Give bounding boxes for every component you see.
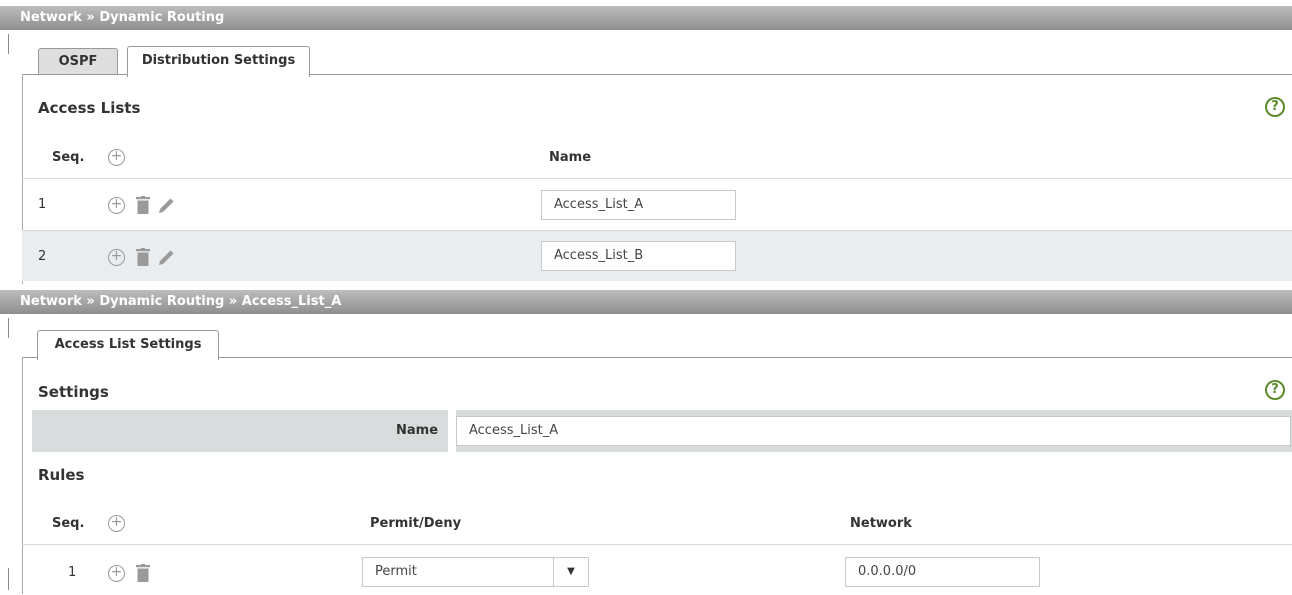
tab-baseline xyxy=(310,74,1292,75)
rule-seq: 1 xyxy=(68,565,77,580)
section-title-access-lists: Access Lists xyxy=(38,99,141,117)
name-setting-row: Name Access_List_A xyxy=(32,410,1292,452)
table-row: 2 + Access_List_B xyxy=(22,230,1292,281)
help-icon[interactable]: ? xyxy=(1265,380,1285,400)
tab-baseline xyxy=(22,357,37,358)
row-seq: 2 xyxy=(38,249,47,264)
divider xyxy=(8,318,9,338)
rule-row: 1 + Permit ▼ 0.0.0.0/0 xyxy=(22,544,1292,595)
divider xyxy=(8,568,9,590)
column-header-permit-deny: Permit/Deny xyxy=(370,516,462,531)
section-title-rules: Rules xyxy=(38,466,85,484)
breadcrumb-bar: Network » Dynamic Routing xyxy=(0,6,1292,30)
breadcrumb-bar: Network » Dynamic Routing » Access_List_… xyxy=(0,290,1292,314)
permit-deny-value: Permit xyxy=(375,564,417,579)
add-icon[interactable]: + xyxy=(108,565,125,582)
tab-distribution-settings-label: Distribution Settings xyxy=(141,53,296,68)
row-seq: 1 xyxy=(38,197,47,212)
section-title-settings: Settings xyxy=(38,383,109,401)
tab-baseline xyxy=(22,74,127,75)
network-field[interactable]: 0.0.0.0/0 xyxy=(845,557,1040,587)
name-label: Name xyxy=(396,423,439,438)
separator xyxy=(448,410,456,452)
trash-icon[interactable] xyxy=(136,564,150,582)
breadcrumb: Network » Dynamic Routing xyxy=(20,10,225,25)
access-list-name-input[interactable]: Access_List_A xyxy=(456,416,1291,446)
help-icon[interactable]: ? xyxy=(1265,97,1285,117)
tab-access-list-settings[interactable]: Access List Settings xyxy=(37,330,219,360)
breadcrumb: Network » Dynamic Routing » Access_List_… xyxy=(20,294,342,309)
column-header-seq: Seq. xyxy=(52,150,85,165)
permit-deny-select[interactable]: Permit ▼ xyxy=(362,557,589,587)
pencil-icon[interactable] xyxy=(158,196,176,214)
chevron-down-icon[interactable]: ▼ xyxy=(553,558,588,586)
column-header-name: Name xyxy=(549,150,592,165)
pencil-icon[interactable] xyxy=(158,248,176,266)
column-header-network: Network xyxy=(850,516,912,531)
tab-distribution-settings[interactable]: Distribution Settings xyxy=(127,46,310,77)
tab-ospf-label: OSPF xyxy=(58,54,98,69)
access-list-name-field[interactable]: Access_List_A xyxy=(541,190,736,220)
add-icon[interactable]: + xyxy=(108,249,125,266)
divider xyxy=(8,34,9,54)
add-icon[interactable]: + xyxy=(108,149,125,166)
add-rule-icon[interactable]: + xyxy=(108,515,125,532)
trash-icon[interactable] xyxy=(136,196,150,214)
add-icon[interactable]: + xyxy=(108,197,125,214)
tab-access-list-settings-label: Access List Settings xyxy=(54,337,202,352)
access-list-name-field[interactable]: Access_List_B xyxy=(541,241,736,271)
column-header-seq: Seq. xyxy=(52,516,85,531)
tab-ospf[interactable]: OSPF xyxy=(38,48,118,74)
trash-icon[interactable] xyxy=(136,248,150,266)
table-row: 1 + Access_List_A xyxy=(22,178,1292,229)
tab-baseline xyxy=(219,357,1292,358)
